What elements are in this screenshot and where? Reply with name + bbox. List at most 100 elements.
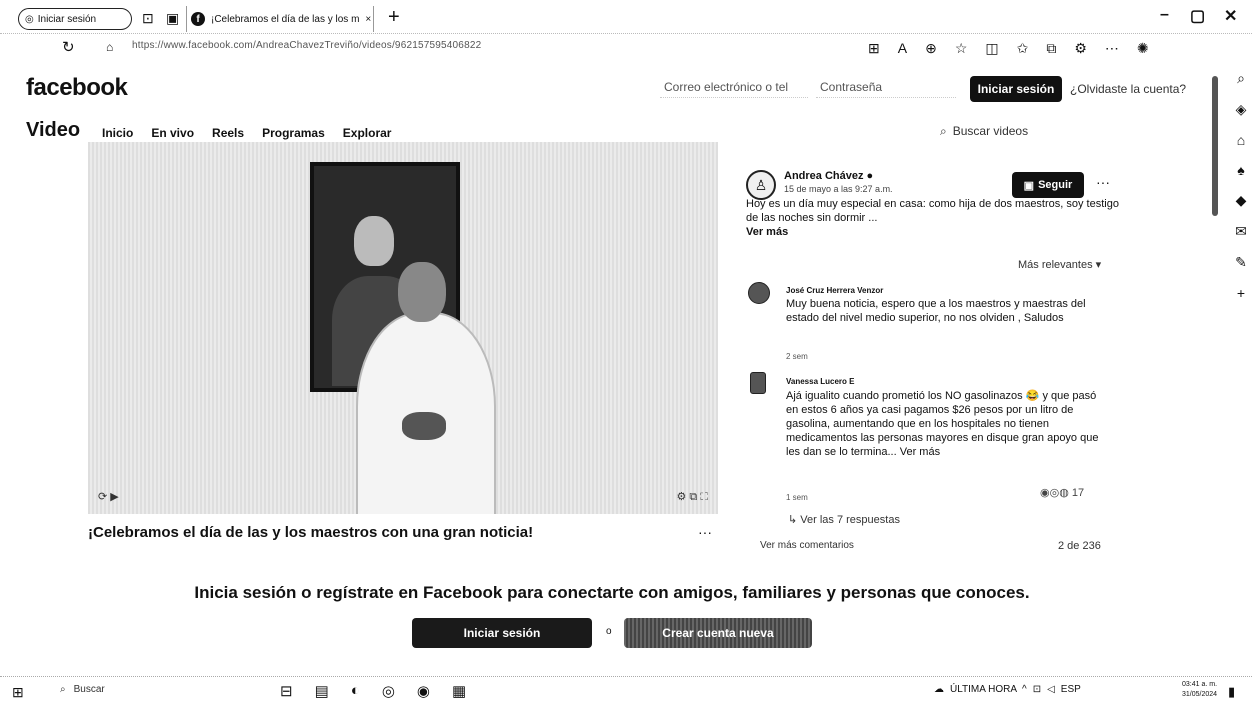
see-more-link[interactable]: Ver más [746,226,788,238]
minimize-button[interactable]: – [1160,6,1169,24]
more-icon[interactable]: ⋯ [1105,40,1119,57]
volume-icon[interactable]: ◁ [1047,684,1055,695]
store-icon[interactable]: ▦ [452,682,466,700]
chrome-icon[interactable]: ◎ [382,682,395,700]
tray-expand-icon[interactable]: ^ [1022,684,1027,695]
nav-reels[interactable]: Reels [212,126,244,140]
copilot-icon[interactable]: ✺ [1137,40,1149,57]
nav-inicio[interactable]: Inicio [102,126,133,140]
add-sidebar-icon[interactable]: + [1237,285,1245,301]
forgot-account-link[interactable]: ¿Olvidaste la cuenta? [1070,82,1186,96]
verified-icon: ● [866,170,874,182]
follow-button[interactable]: ▣ Seguir [1012,172,1084,198]
office-icon[interactable]: ◆ [1236,192,1247,209]
task-view-icon[interactable]: ⊟ [280,682,293,700]
split-screen-icon[interactable]: ◫ [985,40,998,57]
google-icon[interactable]: ◉ [417,682,430,700]
clock-date: 31/05/2024 [1182,691,1218,698]
tab-actions-icon[interactable]: ▣ [166,10,179,27]
browser-sidebar: ⌕ ◈ ⌂ ♠ ◆ ✉ ✎ + [1230,70,1252,301]
shopping-icon[interactable]: ◈ [1236,101,1247,118]
post-date[interactable]: 15 de mayo a las 9:27 a.m. [784,184,893,194]
tab-close-icon[interactable]: × [365,14,371,25]
taskbar-clock[interactable]: 03:41 a. m. 31/05/2024 [1182,680,1217,700]
video-player[interactable]: ⟳ ▶ ⚙ ⧉ ⛶ [88,142,718,514]
facebook-logo[interactable]: facebook [26,74,128,102]
designer-icon[interactable]: ✎ [1235,254,1247,271]
login-button[interactable]: Iniciar sesión [412,618,592,648]
collections-icon[interactable]: ⧉ [1046,40,1056,57]
search-videos-label: Buscar videos [952,124,1029,138]
commenter-avatar[interactable] [750,372,766,394]
sort-comments-dropdown[interactable]: Más relevantes ▾ [1018,258,1101,271]
comment-text: Ajá igualito cuando prometió los NO gaso… [786,390,1099,458]
network-icon[interactable]: ⊡ [1033,684,1041,695]
read-aloud-icon[interactable]: A [898,40,907,57]
news-widget[interactable]: ☁ ÚLTIMA HORA [934,684,1017,695]
comment-time[interactable]: 2 sem [786,352,808,361]
lock-icon[interactable]: ⌂ [106,40,113,54]
tab-active[interactable]: f ¡Celebramos el día de las y los m × [186,6,374,32]
signup-prompt: Inicia sesión o regístrate en Facebook p… [194,583,1030,602]
settings-fullscreen-icons[interactable]: ⚙ ⧉ ⛶ [676,490,708,508]
outlook-icon[interactable]: ✉ [1235,223,1247,240]
notifications-icon[interactable]: ▮ [1228,684,1235,700]
author-more-icon[interactable]: ··· [1096,174,1110,190]
nav-explorar[interactable]: Explorar [343,126,392,140]
view-replies-link[interactable]: ↳ Ver las 7 respuestas [788,513,900,526]
search-icon: ⌕ [940,124,947,138]
file-explorer-icon[interactable]: ▤ [315,682,329,700]
video-section-title: Video [26,119,81,141]
workspaces-icon[interactable]: ⊡ [142,10,154,27]
language-indicator[interactable]: ESP [1061,684,1081,695]
restore-button[interactable]: ▢ [1190,6,1205,26]
password-field[interactable]: Contraseña [816,76,956,98]
more-comments-link[interactable]: Ver más comentarios [760,540,854,551]
search-videos[interactable]: ⌕ Buscar videos [940,124,1028,139]
post-more-icon[interactable]: ··· [698,524,712,540]
facebook-favicon-icon: f [191,12,205,26]
address-bar-icons: ⊞ A ⊕ ☆ ◫ ✩ ⧉ ⚙ ⋯ ✺ [868,40,1149,57]
taskbar-search[interactable]: ⌕ Buscar [60,684,105,695]
edge-icon[interactable]: ◐ [351,682,360,700]
header-login-button[interactable]: Iniciar sesión [970,76,1062,102]
favorite-icon[interactable]: ☆ [955,40,968,57]
profile-label: Iniciar sesión [37,13,97,25]
tracking-icon[interactable]: ⊕ [925,40,937,57]
email-field[interactable]: Correo electrónico o tel [660,76,808,98]
comment-text: Muy buena noticia, espero que a los maes… [786,298,1086,324]
user-icon: ◎ [25,13,34,25]
comment-time[interactable]: 1 sem [786,493,808,502]
create-account-button[interactable]: Crear cuenta nueva [624,618,812,648]
nav-programas[interactable]: Programas [262,126,325,140]
comment-reactions[interactable]: ◉◎◍ 17 [1040,486,1084,499]
windows-start-icon[interactable]: ⊞ [12,684,24,701]
favorites-icon[interactable]: ✩ [1017,40,1029,57]
refresh-icon[interactable]: ↻ [62,38,75,56]
or-separator: o [606,626,612,637]
author-name[interactable]: Andrea Chávez ● [784,170,873,182]
games-icon[interactable]: ♠ [1237,162,1244,178]
extensions-icon[interactable]: ⚙ [1074,40,1087,57]
play-icon[interactable]: ⟳ ▶ [98,490,119,508]
search-icon: ⌕ [60,684,66,695]
taskbar-apps: ⊟ ▤ ◐ ◎ ◉ ▦ [280,682,466,700]
page-scrollbar[interactable] [1212,76,1218,216]
nav-en-vivo[interactable]: En vivo [151,126,194,140]
new-tab-button[interactable]: + [388,6,400,29]
portrait-face [354,216,394,266]
reaction-icons: ◉◎◍ [1040,487,1069,499]
taskbar-search-label: Buscar [73,684,105,695]
search-sidebar-icon[interactable]: ⌕ [1237,70,1245,87]
author-avatar[interactable]: ♙ [746,170,776,200]
commenter-avatar[interactable] [748,282,770,304]
video-controls: ⟳ ▶ ⚙ ⧉ ⛶ [98,490,708,508]
url-field[interactable]: https://www.facebook.com/AndreaChavezTre… [132,40,481,51]
tools-icon[interactable]: ⌂ [1237,132,1245,148]
commenter-name[interactable]: Vanessa Lucero E [786,377,854,386]
close-window-button[interactable]: ✕ [1224,6,1237,26]
apps-icon[interactable]: ⊞ [868,40,880,57]
commenter-name[interactable]: José Cruz Herrera Venzor [786,286,883,295]
profile-button[interactable]: ◎ Iniciar sesión [18,8,132,30]
video-nav: Inicio En vivo Reels Programas Explorar [102,126,391,140]
